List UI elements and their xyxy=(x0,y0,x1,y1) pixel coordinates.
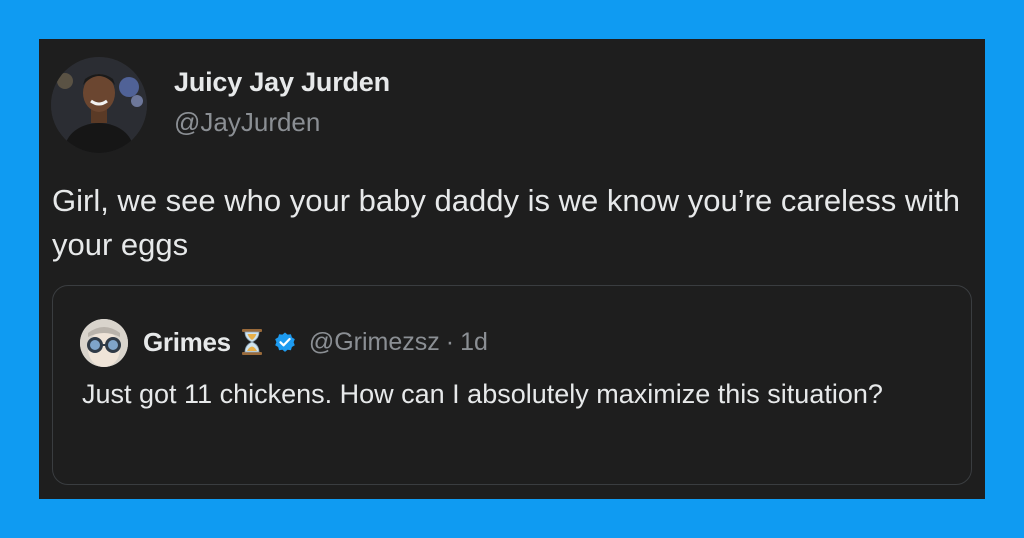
verified-badge-icon xyxy=(273,330,297,354)
quoted-avatar-photo xyxy=(80,319,128,367)
hourglass-icon xyxy=(241,328,263,356)
tweet-card: Juicy Jay Jurden @JayJurden Girl, we see… xyxy=(39,39,985,499)
quoted-header: Grimes @Grimezsz · 1d xyxy=(143,320,488,364)
avatar[interactable] xyxy=(51,57,147,153)
author-name[interactable]: Juicy Jay Jurden xyxy=(174,67,390,98)
quoted-tweet[interactable]: Grimes @Grimezsz · 1d Just got 11 chicke… xyxy=(52,285,972,485)
tweet-text: Girl, we see who your baby daddy is we k… xyxy=(52,183,961,262)
quoted-tweet-text: Just got 11 chickens. How can I absolute… xyxy=(82,379,883,409)
separator-dot: · xyxy=(445,327,455,356)
avatar-photo xyxy=(51,57,147,153)
author-handle[interactable]: @JayJurden xyxy=(174,107,320,138)
quoted-timestamp[interactable]: 1d xyxy=(460,328,488,357)
quoted-author-handle[interactable]: @Grimezsz xyxy=(309,328,440,357)
quoted-avatar[interactable] xyxy=(80,319,128,367)
quoted-author-name[interactable]: Grimes xyxy=(143,327,231,358)
